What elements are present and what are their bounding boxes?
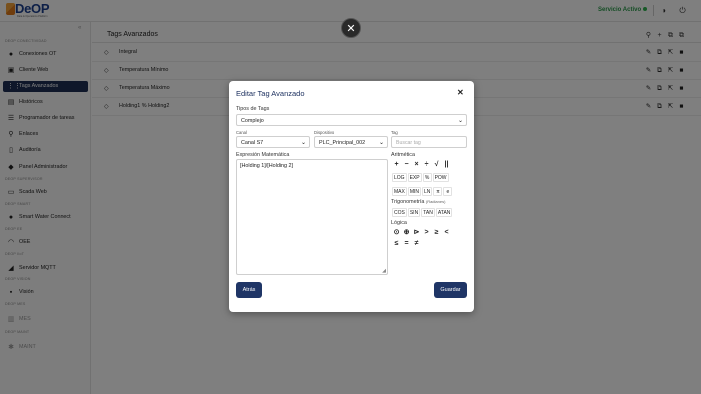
trig-units: (Radianes) — [425, 199, 446, 204]
max-button[interactable]: MAX — [392, 187, 407, 196]
tag-search-placeholder: Buscar tag — [396, 139, 421, 146]
e-button[interactable]: e — [443, 187, 453, 196]
xor-button[interactable]: ⊕ — [402, 228, 411, 237]
dispositivo-label: Dispositivo — [314, 130, 335, 135]
greater-equal-button[interactable]: ≥ — [432, 228, 441, 237]
canal-select[interactable]: Canal S7 ⌄ — [236, 136, 310, 148]
plus-button[interactable]: + — [392, 160, 401, 169]
chevron-down-icon: ⌄ — [378, 140, 384, 146]
resize-handle-icon[interactable]: ◢ — [382, 268, 386, 274]
function-ops-row1: LOG EXP % POW — [392, 173, 449, 182]
trig-label: Trigonometría (Radianes) — [391, 199, 445, 205]
dispositivo-select[interactable]: PLC_Principal_002 ⌄ — [314, 136, 388, 148]
arithmetic-label: Aritmética — [391, 152, 415, 158]
arithmetic-ops: + − × ÷ √ || — [392, 160, 451, 169]
log-button[interactable]: LOG — [392, 173, 407, 182]
percent-button[interactable]: % — [422, 173, 432, 182]
chevron-down-icon: ⌄ — [300, 140, 306, 146]
chevron-down-icon: ⌄ — [457, 118, 463, 124]
exp-button[interactable]: EXP — [407, 173, 422, 182]
close-icon[interactable]: ✕ — [457, 88, 464, 97]
back-button[interactable]: Atrás — [236, 282, 262, 298]
canal-value: Canal S7 — [241, 139, 264, 146]
trig-label-text: Trigonometría — [391, 199, 425, 205]
sqrt-button[interactable]: √ — [432, 160, 441, 169]
multiply-button[interactable]: × — [412, 160, 421, 169]
edit-tag-modal: Editar Tag Avanzado ✕ Tipos de Tags Comp… — [229, 81, 474, 312]
tan-button[interactable]: TAN — [421, 208, 435, 217]
not-equal-button[interactable]: ≠ — [412, 239, 421, 248]
pi-button[interactable]: π — [433, 187, 443, 196]
minus-button[interactable]: − — [402, 160, 411, 169]
save-button[interactable]: Guardar — [434, 282, 467, 298]
canal-label: Canal — [236, 130, 247, 135]
logic-ops-row2: ≤ = ≠ — [392, 239, 421, 248]
tag-label: Tag — [391, 130, 398, 135]
atan-button[interactable]: ATAN — [435, 208, 453, 217]
not-button[interactable]: ⊳ — [412, 228, 421, 237]
equal-button[interactable]: = — [402, 239, 411, 248]
and-button[interactable]: ⊙ — [392, 228, 401, 237]
pow-button[interactable]: POW — [432, 173, 449, 182]
function-ops-row2: MAX MIN LN π e — [392, 187, 453, 196]
less-equal-button[interactable]: ≤ — [392, 239, 401, 248]
tag-type-select[interactable]: Complejo ⌄ — [236, 114, 467, 126]
expression-value: [Holding 1]/[Holding 2] — [240, 163, 294, 169]
sin-button[interactable]: SIN — [407, 208, 421, 217]
dispositivo-value: PLC_Principal_002 — [319, 139, 366, 146]
ln-button[interactable]: LN — [422, 187, 433, 196]
divide-button[interactable]: ÷ — [422, 160, 431, 169]
tag-search-input[interactable]: Buscar tag — [391, 136, 467, 148]
trig-ops: COS SIN TAN ATAN — [392, 208, 453, 217]
abs-button[interactable]: || — [442, 160, 451, 169]
expression-textarea[interactable]: [Holding 1]/[Holding 2] ◢ — [236, 159, 388, 275]
logic-label: Lógica — [391, 220, 407, 226]
logic-ops-row1: ⊙ ⊕ ⊳ > ≥ < — [392, 228, 451, 237]
tag-type-label: Tipos de Tags — [236, 106, 270, 112]
greater-than-button[interactable]: > — [422, 228, 431, 237]
modal-title: Editar Tag Avanzado — [236, 89, 305, 98]
less-than-button[interactable]: < — [442, 228, 451, 237]
close-overlay-button[interactable]: ✕ — [341, 18, 361, 38]
tag-type-value: Complejo — [241, 117, 264, 124]
cos-button[interactable]: COS — [392, 208, 407, 217]
expression-label: Expresión Matemática — [236, 152, 290, 158]
min-button[interactable]: MIN — [407, 187, 422, 196]
